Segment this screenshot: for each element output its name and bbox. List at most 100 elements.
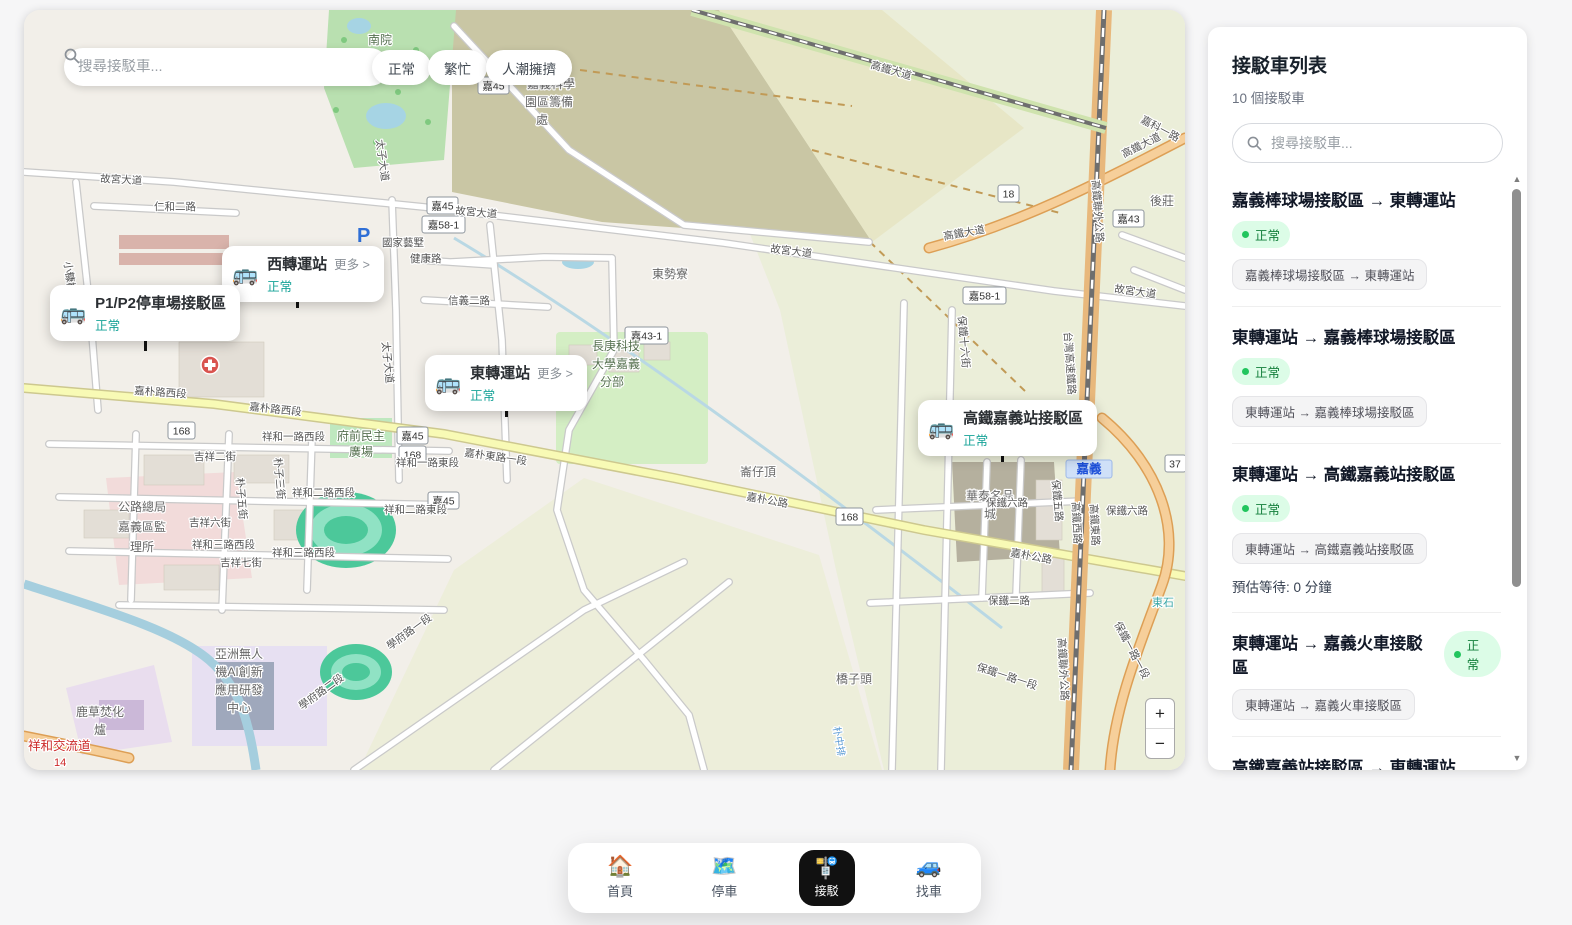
route-tag: 東轉運站 → 嘉義棒球場接駁區 (1232, 396, 1427, 427)
nav-item-parking[interactable]: 🗺️ 停車 (694, 856, 754, 900)
shuttle-count: 10 個接駁車 (1232, 87, 1503, 107)
svg-text:嘉義區監: 嘉義區監 (118, 519, 166, 534)
route-tag: 東轉運站 → 嘉義火車接駁區 (1232, 689, 1415, 720)
parking-map-icon: 🗺️ (711, 856, 737, 877)
nav-label: 停車 (711, 881, 737, 900)
home-icon: 🏠 (607, 856, 633, 877)
popup-status: 正常 (470, 385, 573, 404)
svg-text:崙仔頂: 崙仔頂 (740, 465, 776, 479)
zoom-out-button[interactable]: − (1146, 729, 1174, 758)
svg-text:保鐵六路: 保鐵六路 (986, 496, 1028, 509)
shuttle-list[interactable]: 嘉義棒球場接駁區 → 東轉運站 正常 嘉義棒球場接駁區 → 東轉運站 東轉運站 … (1208, 170, 1527, 770)
popup-more-link[interactable]: 更多 > (537, 363, 573, 382)
route-tag: 嘉義棒球場接駁區 → 東轉運站 (1232, 259, 1427, 290)
svg-text:東勢寮: 東勢寮 (652, 266, 688, 281)
map-search-input[interactable] (78, 59, 375, 75)
bottom-navigation: 🏠 首頁 🗺️ 停車 🚏 接駁 🚙 找車 (568, 843, 981, 913)
svg-text:故宮大道: 故宮大道 (100, 172, 143, 187)
status-dot (1242, 505, 1249, 512)
nav-item-home[interactable]: 🏠 首頁 (590, 856, 650, 900)
status-badge: 正常 (1232, 495, 1290, 522)
svg-text:吉祥六街: 吉祥六街 (189, 516, 231, 529)
list-item[interactable]: 東轉運站 → 嘉義火車接駁區 正常 東轉運站 → 嘉義火車接駁區 (1232, 613, 1501, 737)
svg-text:亞洲無人: 亞洲無人 (215, 646, 263, 661)
svg-text:城: 城 (984, 507, 996, 521)
shuttle-list-panel: 接駁車列表 10 個接駁車 嘉義棒球場接駁區 → 東轉運站 正常 嘉義棒球場接駁… (1208, 27, 1527, 770)
filter-chip-normal[interactable]: 正常 (372, 50, 431, 85)
svg-text:18: 18 (1003, 189, 1015, 201)
svg-text:信義二路: 信義二路 (448, 294, 490, 307)
map-popup-p1p2[interactable]: 🚌 P1/P2停車場接駁區 正常 (50, 285, 240, 341)
svg-text:嘉58-1: 嘉58-1 (428, 219, 460, 232)
scrollbar-up-arrow[interactable]: ▲ (1511, 173, 1523, 185)
svg-text:37: 37 (1169, 459, 1181, 471)
popup-status: 正常 (95, 315, 226, 334)
nav-item-findcar[interactable]: 🚙 找車 (899, 856, 959, 900)
svg-text:仁和二路: 仁和二路 (154, 200, 196, 213)
svg-text:後莊: 後莊 (1150, 194, 1174, 208)
status-dot (1242, 368, 1249, 375)
list-scrollbar[interactable]: ▲ ▼ (1511, 173, 1523, 764)
svg-text:168: 168 (841, 512, 859, 524)
svg-text:祥和三路西段: 祥和三路西段 (192, 538, 255, 551)
find-car-icon: 🚙 (916, 856, 942, 877)
popup-status: 正常 (267, 276, 370, 295)
list-item[interactable]: 東轉運站 → 高鐵嘉義站接駁區 正常 東轉運站 → 高鐵嘉義站接駁區 預估等待:… (1232, 444, 1501, 613)
map-popup-east-station[interactable]: 🚌 東轉運站 更多 > 正常 (425, 355, 587, 411)
svg-text:嘉義: 嘉義 (1075, 461, 1102, 476)
map-canvas[interactable]: P 嘉義 嘉45 嘉45 嘉58-1 嘉58-1 嘉43-1 嘉43 18 37… (24, 10, 1185, 770)
search-icon (64, 48, 80, 64)
route-title: 東轉運站 → 高鐵嘉義站接駁區 (1232, 461, 1501, 485)
svg-text:嘉43: 嘉43 (1117, 213, 1139, 226)
nav-item-shuttle[interactable]: 🚏 接駁 (799, 850, 855, 906)
svg-text:保鐵六路: 保鐵六路 (1106, 504, 1148, 517)
status-label: 正常 (1467, 635, 1491, 673)
svg-text:國家藝墅: 國家藝墅 (382, 236, 424, 249)
svg-text:處: 處 (536, 113, 548, 127)
svg-text:吉祥七街: 吉祥七街 (220, 556, 262, 569)
bus-stop-icon: 🚏 (814, 858, 840, 879)
search-icon (1247, 136, 1262, 151)
list-item[interactable]: 高鐵嘉義站接駁區 → 東轉運站 正常 高鐵嘉義站接駁區 → 東轉運站 (1232, 737, 1501, 770)
svg-text:爐: 爐 (94, 722, 106, 737)
route-title: 高鐵嘉義站接駁區 → 東轉運站 (1232, 754, 1501, 770)
popup-title: P1/P2停車場接駁區 (95, 292, 226, 313)
svg-text:嘉58-1: 嘉58-1 (969, 290, 1001, 303)
map-popup-hsr-station[interactable]: 🚌 高鐵嘉義站接駁區 正常 (918, 400, 1097, 456)
popup-status: 正常 (963, 430, 1083, 449)
list-item[interactable]: 嘉義棒球場接駁區 → 東轉運站 正常 嘉義棒球場接駁區 → 東轉運站 (1232, 170, 1501, 307)
nav-label: 首頁 (607, 881, 633, 900)
filter-chip-busy[interactable]: 繁忙 (428, 50, 487, 85)
status-dot (1242, 231, 1249, 238)
svg-text:大學嘉義: 大學嘉義 (592, 356, 640, 371)
panel-title: 接駁車列表 (1232, 51, 1503, 78)
route-title: 嘉義棒球場接駁區 → 東轉運站 (1232, 187, 1501, 211)
status-badge: 正常 (1444, 631, 1501, 677)
panel-search-bar[interactable] (1232, 123, 1503, 163)
svg-text:應用研發: 應用研發 (215, 682, 263, 697)
svg-text:嘉45: 嘉45 (401, 430, 423, 443)
svg-text:嘉45: 嘉45 (431, 200, 453, 213)
map-popup-west-station[interactable]: 🚌 西轉運站 更多 > 正常 (222, 246, 384, 302)
svg-text:祥和交流道: 祥和交流道 (28, 738, 91, 753)
svg-text:祥和二路東段: 祥和二路東段 (384, 503, 447, 516)
list-item[interactable]: 東轉運站 → 嘉義棒球場接駁區 正常 東轉運站 → 嘉義棒球場接駁區 (1232, 307, 1501, 444)
svg-text:東石: 東石 (1152, 596, 1174, 609)
scrollbar-thumb[interactable] (1512, 189, 1521, 587)
map-search-bar[interactable] (64, 48, 389, 86)
filter-chip-crowded[interactable]: 人潮擁擠 (486, 50, 572, 85)
zoom-in-button[interactable]: + (1146, 699, 1174, 729)
popup-more-link[interactable]: 更多 > (334, 254, 370, 273)
bus-icon: 🚌 (435, 373, 461, 394)
svg-text:保鐵二路: 保鐵二路 (988, 594, 1030, 607)
status-badge: 正常 (1232, 358, 1290, 385)
panel-search-input[interactable] (1271, 135, 1488, 151)
scrollbar-down-arrow[interactable]: ▼ (1511, 752, 1523, 764)
status-label: 正常 (1255, 499, 1280, 518)
svg-text:分部: 分部 (600, 374, 624, 389)
svg-text:機AI創新: 機AI創新 (215, 664, 262, 679)
svg-text:長庚科技: 長庚科技 (592, 338, 640, 353)
svg-text:府前民主: 府前民主 (337, 428, 385, 443)
svg-text:祥和二路西段: 祥和二路西段 (292, 486, 355, 499)
bus-icon: 🚌 (60, 303, 86, 324)
